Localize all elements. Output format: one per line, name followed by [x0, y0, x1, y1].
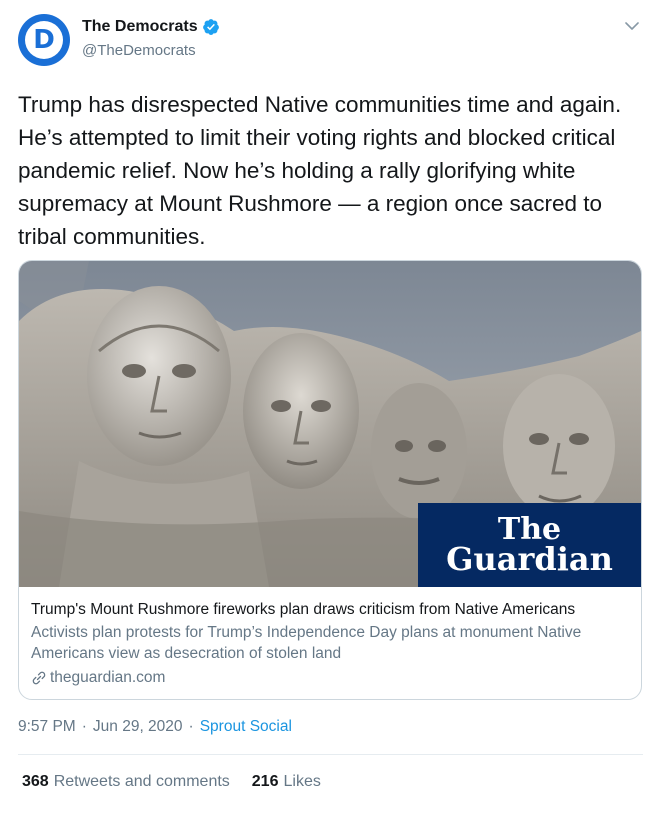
retweets-label: Retweets and comments — [53, 773, 230, 790]
tweet-time[interactable]: 9:57 PM — [18, 718, 76, 736]
engagement-stats: 368 Retweets and comments 216 Likes — [22, 773, 321, 791]
card-domain-row: theguardian.com — [31, 667, 631, 688]
author-handle[interactable]: @TheDemocrats — [82, 42, 196, 59]
retweets-count: 368 — [22, 773, 49, 790]
display-name[interactable]: The Democrats — [82, 18, 198, 36]
retweets-stat[interactable]: 368 Retweets and comments — [22, 773, 230, 791]
tweet-text: Trump has disrespected Native communitie… — [18, 92, 622, 249]
likes-label: Likes — [283, 773, 321, 790]
avatar-ring: D — [25, 21, 63, 59]
guardian-logo-line2: Guardian — [446, 540, 613, 579]
card-domain: theguardian.com — [50, 669, 166, 686]
tweet-container: D The Democrats @TheDemocrats Trump has … — [0, 0, 661, 813]
link-card[interactable]: The Guardian Trump's Mount Rushmore fire… — [18, 260, 642, 700]
guardian-logo: The Guardian — [418, 503, 641, 587]
tweet-meta: 9:57 PM · Jun 29, 2020 · Sprout Social — [18, 718, 292, 736]
tweet-date[interactable]: Jun 29, 2020 — [93, 718, 183, 736]
likes-count: 216 — [251, 773, 279, 790]
avatar-letter: D — [33, 25, 55, 55]
meta-separator: · — [81, 718, 87, 735]
source-link[interactable]: Sprout Social — [200, 718, 292, 736]
meta-separator-2: · — [188, 718, 194, 735]
link-icon — [32, 671, 46, 684]
card-body: Trump's Mount Rushmore fireworks plan dr… — [31, 599, 631, 688]
verified-badge-icon — [202, 19, 219, 35]
likes-stat[interactable]: 216 Likes — [252, 773, 321, 791]
avatar[interactable]: D — [18, 14, 70, 66]
author-name-row: The Democrats — [82, 18, 220, 36]
card-title[interactable]: Trump's Mount Rushmore fireworks plan dr… — [31, 599, 631, 620]
card-description: Activists plan protests for Trump’s Inde… — [31, 624, 582, 662]
chevron-down-icon[interactable] — [624, 18, 640, 34]
divider — [18, 754, 643, 755]
